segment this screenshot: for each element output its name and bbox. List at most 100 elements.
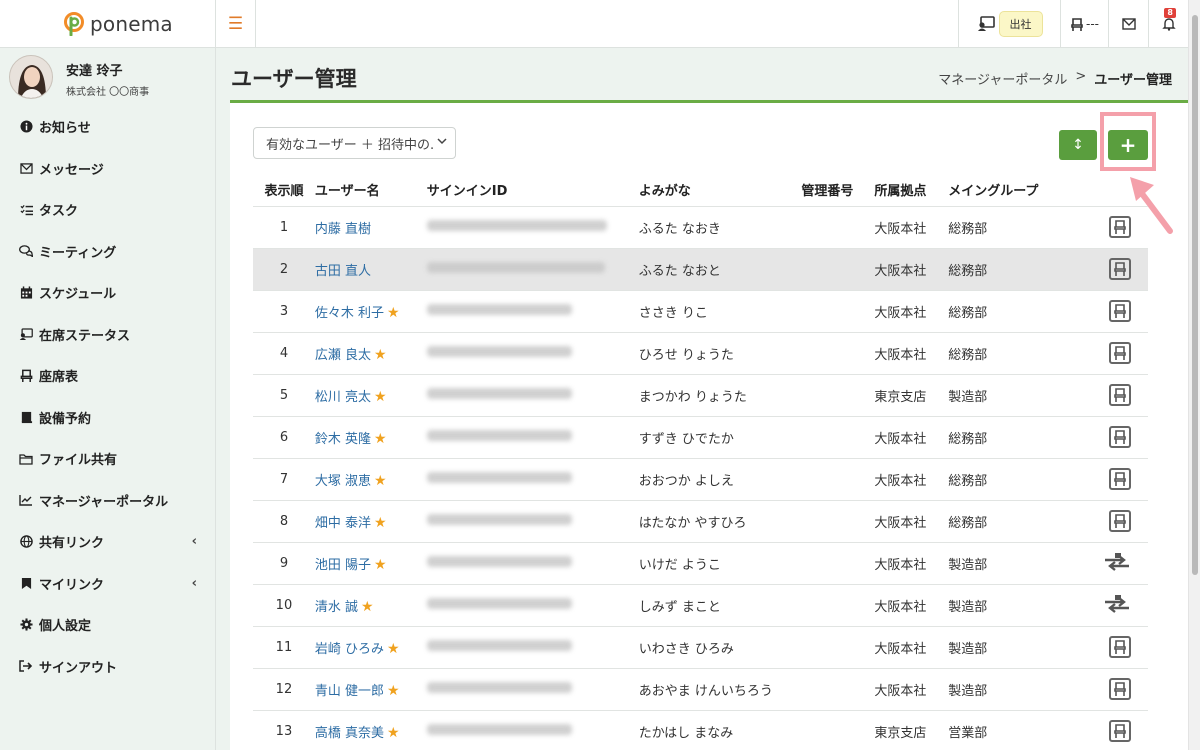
table-row[interactable]: 11 岩崎 ひろみ ★ いわさき ひろみ 大阪本社 製造部: [253, 625, 1148, 668]
seat-assign-icon[interactable]: [1109, 468, 1131, 490]
seat-assign-icon[interactable]: [1109, 300, 1131, 322]
notifications-button[interactable]: 8: [1148, 0, 1188, 48]
breadcrumb-separator: >: [1075, 69, 1087, 84]
user-filter-value: 有効なユーザー ＋ 招待中の.: [266, 137, 435, 153]
sidebar-item-presence[interactable]: 在席ステータス: [0, 314, 215, 356]
sidebar-item-info[interactable]: お知らせ: [0, 106, 215, 148]
user-name-link[interactable]: 青山 健一郎: [315, 684, 384, 699]
brand-name: ponema: [90, 12, 173, 36]
table-row[interactable]: 7 大塚 淑恵 ★ おおつか よしえ 大阪本社 総務部: [253, 457, 1148, 500]
order-cell: 11: [253, 625, 315, 668]
sidebar-item-seat[interactable]: 座席表: [0, 355, 215, 397]
table-row[interactable]: 4 広瀬 良太 ★ ひろせ りょうた 大阪本社 総務部: [253, 331, 1148, 374]
column-header[interactable]: 管理番号: [801, 174, 874, 206]
user-name-link[interactable]: 高橋 真奈美: [315, 726, 384, 741]
user-name-link[interactable]: 鈴木 英隆: [315, 432, 371, 447]
column-header[interactable]: よみがな: [639, 174, 802, 206]
table-row[interactable]: 1 内藤 直樹 ふるた なおき 大阪本社 総務部: [253, 205, 1148, 248]
table-row[interactable]: 5 松川 亮太 ★ まつかわ りょうた 東京支店 製造部: [253, 373, 1148, 416]
seat-swap-icon[interactable]: [1103, 594, 1131, 616]
kana-cell: ふるた なおと: [638, 247, 802, 290]
user-name-link[interactable]: 古田 直人: [315, 264, 371, 279]
sidebar-item-label: マネージャーポータル: [39, 494, 169, 510]
user-name-link[interactable]: 内藤 直樹: [315, 222, 371, 237]
page-scrollbar[interactable]: [1188, 0, 1200, 750]
table-row[interactable]: 12 青山 健一郎 ★ あおやま けんいちろう 大阪本社 製造部: [253, 667, 1148, 710]
column-header[interactable]: ユーザー名: [315, 174, 427, 206]
bell-icon: [1161, 18, 1176, 31]
sidebar-item-label: 在席ステータス: [39, 328, 131, 344]
group-cell: 総務部: [948, 205, 1069, 248]
add-user-button[interactable]: +: [1108, 130, 1148, 160]
user-name-link[interactable]: 松川 亮太: [315, 390, 371, 405]
column-header[interactable]: サインインID: [427, 174, 639, 206]
seat-status[interactable]: ---: [1060, 0, 1108, 48]
user-name-link[interactable]: 畑中 泰洋: [315, 516, 371, 531]
sidebar-item-calendar[interactable]: スケジュール: [0, 272, 215, 314]
sidebar-item-book[interactable]: 設備予約: [0, 397, 215, 439]
table-row[interactable]: 10 清水 誠 ★ しみず まこと 大阪本社 製造部: [253, 583, 1148, 626]
user-name-link[interactable]: 広瀬 良太: [315, 348, 371, 363]
order-cell: 1: [253, 205, 315, 248]
table-body: 1 内藤 直樹 ふるた なおき 大阪本社 総務部 2 古田 直人 ふるた なおと 大阪本社 総務部…: [253, 205, 1148, 750]
sidebar-item-folder[interactable]: ファイル共有: [0, 438, 215, 480]
ponema-logo-icon: [64, 12, 84, 36]
scrollbar-thumb[interactable]: [1192, 15, 1198, 575]
seat-assign-icon[interactable]: [1109, 426, 1131, 448]
breadcrumb-parent-link[interactable]: マネージャーポータル: [938, 69, 1067, 88]
user-name-link[interactable]: 清水 誠: [315, 600, 358, 615]
blurred-signin-id: [426, 555, 572, 567]
brand[interactable]: ponema: [0, 0, 216, 48]
column-header[interactable]: 所属拠点: [874, 174, 948, 206]
messages-button[interactable]: [1108, 0, 1148, 48]
table-row[interactable]: 3 佐々木 利子 ★ ささき りこ 大阪本社 総務部: [253, 289, 1148, 332]
attendance-status[interactable]: 出社: [958, 0, 1060, 48]
management-number-cell: [801, 331, 875, 374]
sort-order-button[interactable]: ↕: [1059, 130, 1097, 160]
sidebar-item-sign-out[interactable]: サインアウト: [0, 646, 215, 688]
management-number-cell: [801, 457, 875, 500]
seat-swap-icon[interactable]: [1103, 552, 1131, 574]
user-name-link[interactable]: 岩崎 ひろみ: [315, 642, 384, 657]
table-row[interactable]: 8 畑中 泰洋 ★ はたなか やすひろ 大阪本社 総務部: [253, 499, 1148, 542]
column-header-actions: [1068, 174, 1148, 206]
seat-assign-icon[interactable]: [1109, 258, 1131, 280]
table-row[interactable]: 6 鈴木 英隆 ★ すずき ひでたか 大阪本社 総務部: [253, 415, 1148, 458]
seat-assign-icon[interactable]: [1109, 384, 1131, 406]
user-name-link[interactable]: 大塚 淑恵: [315, 474, 371, 489]
user-profile[interactable]: 安達 玲子 株式会社 〇〇商事: [0, 48, 215, 106]
table-row[interactable]: 9 池田 陽子 ★ いけだ ようこ 大阪本社 製造部: [253, 541, 1148, 584]
sidebar-item-globe[interactable]: 共有リンク ‹: [0, 521, 215, 563]
sidebar-item-label: 共有リンク: [39, 536, 105, 552]
star-icon: ★: [387, 724, 400, 741]
table-row[interactable]: 13 高橋 真奈美 ★ たかはし まなみ 東京支店 営業部: [253, 709, 1148, 750]
sidebar-item-bookmark[interactable]: マイリンク ‹: [0, 563, 215, 605]
signin-id-cell: [426, 583, 639, 626]
user-filter-select[interactable]: 有効なユーザー ＋ 招待中の.: [253, 127, 456, 159]
seat-assign-icon[interactable]: [1109, 342, 1131, 364]
star-icon: ★: [374, 346, 387, 363]
sidebar-item-mail[interactable]: メッセージ: [0, 148, 215, 190]
column-header[interactable]: 表示順: [253, 174, 315, 206]
user-list-card: 有効なユーザー ＋ 招待中の. ↕ + 表示順 ユーザー名 サインインID よみがな管…: [230, 100, 1188, 750]
sidebar-item-gear[interactable]: 個人設定: [0, 604, 215, 646]
user-name-link[interactable]: 池田 陽子: [315, 558, 371, 573]
presence-icon: [977, 16, 995, 31]
sidebar-item-task-list[interactable]: タスク: [0, 189, 215, 231]
sidebar-item-chat[interactable]: ミーティング: [0, 231, 215, 273]
seat-assign-icon[interactable]: [1109, 678, 1131, 700]
name-cell: 清水 誠 ★: [314, 583, 427, 626]
seat-assign-icon[interactable]: [1109, 510, 1131, 532]
sidebar-item-chart-line[interactable]: マネージャーポータル: [0, 480, 215, 522]
user-name-link[interactable]: 佐々木 利子: [315, 306, 384, 321]
seat-assign-icon[interactable]: [1109, 720, 1131, 743]
main-content: ユーザー管理 マネージャーポータル > ユーザー管理 有効なユーザー ＋ 招待中…: [216, 48, 1188, 750]
user-name: 安達 玲子: [66, 64, 123, 79]
chart-line-icon: [19, 493, 33, 507]
column-header[interactable]: メイングループ: [948, 174, 1068, 206]
table-row[interactable]: 2 古田 直人 ふるた なおと 大阪本社 総務部: [253, 247, 1148, 290]
seat-assign-icon[interactable]: [1109, 216, 1131, 238]
seat-assign-icon[interactable]: [1109, 636, 1131, 658]
menu-toggle-button[interactable]: ☰: [216, 0, 256, 48]
site-cell: 大阪本社: [874, 331, 949, 374]
